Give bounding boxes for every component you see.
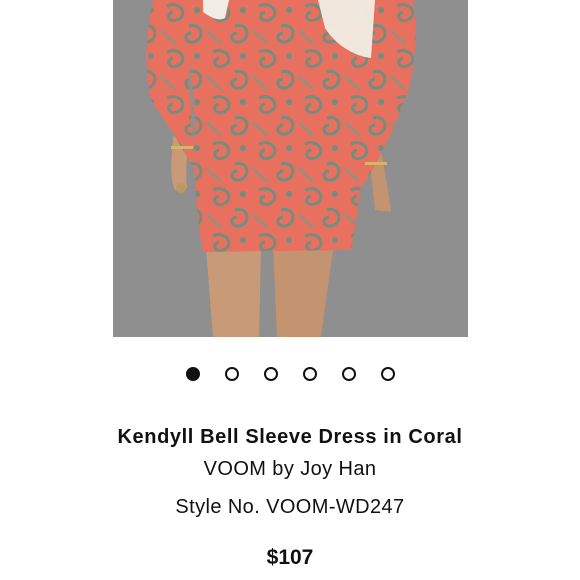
carousel-dot-2[interactable] (224, 367, 239, 381)
carousel-dot-1[interactable] (185, 367, 200, 381)
product-price: $107 (266, 546, 314, 569)
product-brand[interactable]: VOOM by Joy Han (0, 458, 580, 481)
carousel-dot-3[interactable] (263, 367, 278, 381)
product-title: Kendyll Bell Sleeve Dress in Coral (117, 426, 463, 448)
image-carousel-indicators (0, 367, 580, 383)
product-style-number: Style No. VOOM-WD247 (175, 496, 405, 518)
product-image[interactable] (113, 0, 468, 337)
carousel-dot-6[interactable] (380, 367, 395, 381)
carousel-dot-4[interactable] (302, 367, 317, 381)
product-photo-illustration (113, 0, 468, 337)
carousel-dot-5[interactable] (341, 367, 356, 381)
